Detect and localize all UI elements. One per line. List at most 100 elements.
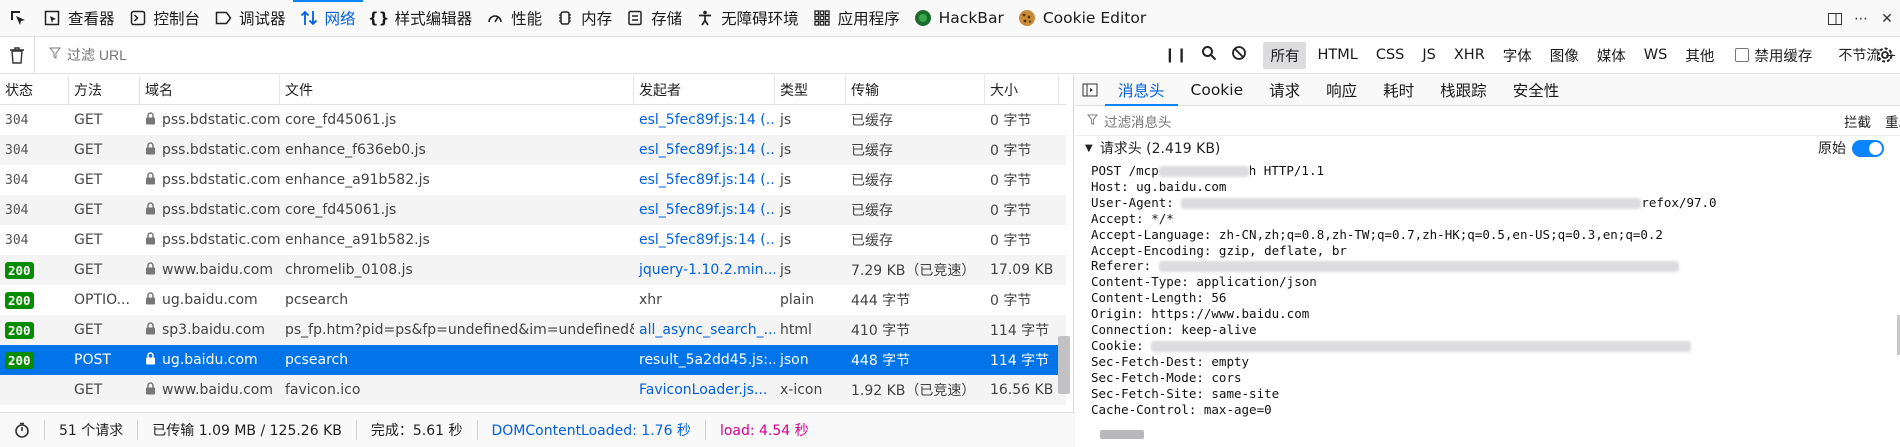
tool-tab-accessibility[interactable]: 无障碍环境 [689, 0, 806, 37]
panel-splitter[interactable] [1073, 75, 1074, 447]
checkbox-box[interactable] [1735, 48, 1750, 62]
request-headers-section[interactable]: ▼ 请求头 (2.419 KB) 原始 [1075, 136, 1900, 160]
domain-text: sp3.baidu.com [162, 322, 266, 338]
tool-tab-style-editor[interactable]: {} 样式编辑器 [363, 0, 480, 37]
type-filter-button[interactable]: WS [1637, 44, 1675, 66]
tool-tab-application[interactable]: 应用程序 [806, 0, 907, 37]
size-cell: 17.09 KB [990, 262, 1054, 278]
details-tabs: 消息头 Cookie 请求 响应 耗时 栈跟踪 安全性 [1075, 75, 1900, 106]
toolbar-right-controls: ⋯ ✕ [1822, 0, 1900, 37]
more-options-icon[interactable]: ⋯ [1848, 11, 1874, 27]
raw-toggle[interactable]: 原始 [1818, 138, 1884, 158]
size-cell: 0 字节 [990, 203, 1032, 219]
gear-icon[interactable] [1876, 46, 1894, 68]
type-filter-button[interactable]: JS [1415, 44, 1442, 66]
table-row[interactable]: 200 OPTIO... ug.baidu.com pcsearch xhr plain 4… [0, 285, 1066, 315]
details-tab[interactable]: 栈跟踪 [1427, 75, 1500, 106]
transfer-cell: 已缓存 [851, 233, 893, 249]
request-list: 状态 方法 域名 文件 发起者 类型 传输 大小 304 GET pss.bdstatic.com… [0, 75, 1066, 412]
tool-tab-hackbar[interactable]: HackBar [907, 0, 1011, 37]
disable-cache-checkbox[interactable]: 禁用缓存 [1735, 45, 1812, 66]
type-filter-button[interactable]: 媒体 [1590, 42, 1633, 69]
table-row[interactable]: 304 GET pss.bdstatic.com enhance_f636eb0.js… [0, 135, 1066, 165]
details-tab[interactable]: Cookie [1178, 75, 1257, 106]
tool-tab-inspector[interactable]: 查看器 [36, 0, 122, 37]
details-tab[interactable]: 安全性 [1500, 75, 1573, 106]
table-row[interactable]: 200 POST ug.baidu.com pcsearch result_5a2dd4… [0, 345, 1066, 375]
search-icon[interactable] [1201, 45, 1217, 65]
details-tab[interactable]: 响应 [1313, 75, 1370, 106]
details-tab[interactable]: 消息头 [1105, 75, 1178, 106]
tool-tab-label: Cookie Editor [1042, 9, 1147, 27]
network-status-bar: 51 个请求 已传输 1.09 MB / 125.26 KB 完成：5.61 秒… [0, 412, 1075, 447]
column-header[interactable]: 传输 [846, 75, 985, 105]
tool-tab-performance[interactable]: 性能 [479, 0, 549, 37]
performance-analysis-icon[interactable] [0, 420, 45, 440]
resend-button[interactable]: 重发 [1885, 111, 1900, 131]
raw-switch[interactable] [1852, 139, 1884, 157]
details-tab[interactable]: 耗时 [1370, 75, 1427, 106]
tool-tab-storage[interactable]: 存储 [619, 0, 689, 37]
column-header[interactable]: 发起者 [634, 75, 775, 105]
table-row[interactable]: 200 GET sp3.baidu.com ps_fp.htm?pid=ps&fp=u… [0, 315, 1066, 345]
type-filter-button[interactable]: XHR [1447, 44, 1492, 66]
toggle-sidebar-icon[interactable] [1075, 83, 1105, 97]
raw-header-text: Accept-Language: zh-CN,zh;q=0.8,zh-TW;q=… [1091, 226, 1663, 242]
block-button[interactable]: 拦截 [1844, 111, 1871, 131]
size-cell: 114 字节 [990, 353, 1050, 369]
type-filter-button[interactable]: 其他 [1678, 42, 1721, 69]
tool-tab-cookie[interactable]: Cookie Editor [1011, 0, 1153, 37]
table-row[interactable]: GET www.baidu.com favicon.ico FaviconLoader… [0, 375, 1066, 405]
cookie-icon [1018, 9, 1036, 27]
header-filter[interactable]: 过滤消息头 拦截 重发 [1075, 106, 1900, 136]
type-filter-button[interactable]: 字体 [1496, 42, 1539, 69]
tool-tab-debugger[interactable]: 调试器 [207, 0, 293, 37]
request-list-scrollbar[interactable] [1058, 336, 1070, 394]
initiator-cell[interactable]: result_5a2dd45.js:... [634, 345, 775, 375]
type-filter-button[interactable]: 图像 [1543, 42, 1586, 69]
initiator-cell[interactable]: esl_5fec89f.js:14 (... [634, 105, 775, 135]
table-row[interactable]: 200 GET www.baidu.com chromelib_0108.js jque… [0, 255, 1066, 285]
column-header[interactable]: 方法 [69, 75, 140, 105]
initiator-cell[interactable]: esl_5fec89f.js:14 (... [634, 165, 775, 195]
block-requests-icon[interactable] [1231, 45, 1247, 65]
pause-icon[interactable]: ❙❙ [1164, 47, 1187, 63]
table-row[interactable]: 304 GET pss.bdstatic.com core_fd45061.js esl… [0, 195, 1066, 225]
dock-side-icon[interactable] [1822, 11, 1848, 27]
table-row[interactable]: 304 GET pss.bdstatic.com enhance_a91b582.js… [0, 225, 1066, 255]
clear-trash-icon[interactable] [0, 46, 34, 64]
filter-headers-placeholder[interactable]: 过滤消息头 [1104, 111, 1172, 131]
raw-header-line: Referer: [1091, 258, 1900, 274]
raw-header-text: Cache-Control: max-age=0 [1091, 401, 1272, 417]
close-icon[interactable]: ✕ [1874, 11, 1900, 27]
initiator-cell[interactable]: jquery-1.10.2.min.... [634, 255, 775, 285]
column-header[interactable]: 大小 [985, 75, 1059, 105]
type-filter-button[interactable]: CSS [1369, 44, 1412, 66]
initiator-cell[interactable]: esl_5fec89f.js:14 (... [634, 135, 775, 165]
tool-tab-memory[interactable]: 内存 [549, 0, 619, 37]
tool-tab-console[interactable]: 控制台 [122, 0, 208, 37]
raw-header-line: Connection: keep-alive [1091, 322, 1900, 338]
table-row[interactable]: 304 GET pss.bdstatic.com enhance_a91b582.js… [0, 165, 1066, 195]
column-header[interactable]: 文件 [280, 75, 634, 105]
type-filter-button[interactable]: HTML [1310, 44, 1364, 66]
column-header[interactable]: 状态 [0, 75, 69, 105]
table-row[interactable]: 304 GET pss.bdstatic.com core_fd45061.js esl… [0, 105, 1066, 135]
initiator-cell[interactable]: esl_5fec89f.js:14 (... [634, 225, 775, 255]
type-cell: plain [780, 292, 815, 308]
details-tab[interactable]: 请求 [1256, 75, 1313, 106]
type-cell: json [780, 352, 809, 368]
column-header[interactable]: 类型 [775, 75, 846, 105]
initiator-cell[interactable]: FaviconLoader.js... [634, 375, 775, 405]
filter-url-box[interactable] [34, 36, 1109, 74]
column-header[interactable]: 域名 [140, 75, 280, 105]
initiator-cell[interactable]: esl_5fec89f.js:14 (... [634, 195, 775, 225]
type-filter-button[interactable]: 所有 [1263, 41, 1307, 69]
raw-header-text: POST /mcp [1091, 163, 1159, 178]
element-picker-icon[interactable] [0, 0, 36, 37]
filter-url-input[interactable] [67, 47, 967, 63]
tool-tab-network[interactable]: 网络 [292, 0, 363, 37]
initiator-cell[interactable]: all_async_search_... [634, 315, 775, 345]
horizontal-scrollbar[interactable] [1100, 430, 1144, 439]
collapse-arrow-icon[interactable]: ▼ [1085, 143, 1093, 154]
